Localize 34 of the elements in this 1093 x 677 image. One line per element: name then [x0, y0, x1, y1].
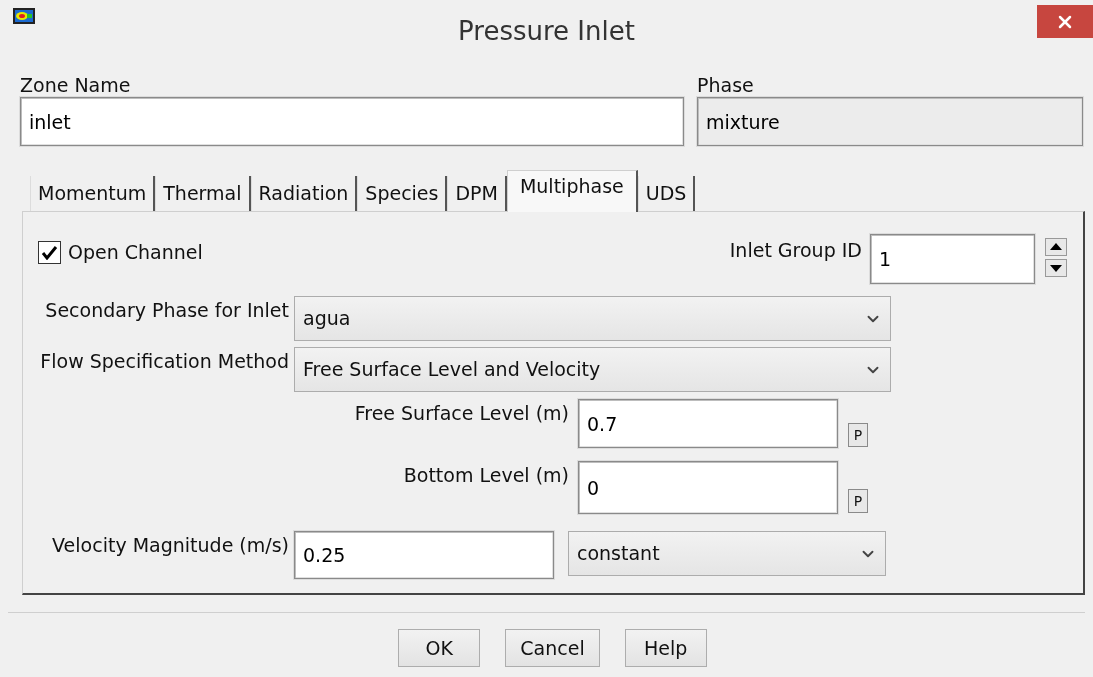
- velocity-magnitude-field[interactable]: 0.25: [294, 531, 554, 579]
- field-label: Inlet Group ID: [729, 238, 862, 263]
- field-label: Bottom Level (m): [402, 463, 569, 488]
- field-label: Phase: [697, 73, 755, 97]
- app-icon: [13, 8, 35, 24]
- field-label: Flow Specification Method: [39, 349, 289, 374]
- tab[interactable]: Radiation: [250, 176, 358, 211]
- zone-name-field[interactable]: inlet: [20, 97, 684, 146]
- dialog-button[interactable]: Help: [624, 629, 707, 667]
- dialog-button[interactable]: Cancel: [505, 629, 600, 667]
- tab[interactable]: Multiphase: [506, 170, 638, 212]
- dialog-button[interactable]: OK: [398, 629, 481, 667]
- field-label: Velocity Magnitude (m/s): [51, 533, 289, 558]
- parameter-button[interactable]: P: [848, 423, 868, 447]
- field-label: Free Surface Level (m): [353, 401, 569, 426]
- tab[interactable]: Momentum: [30, 176, 156, 211]
- tab[interactable]: Thermal: [155, 176, 251, 211]
- window-title: Pressure Inlet: [458, 15, 635, 48]
- close-button[interactable]: [1037, 5, 1093, 38]
- open-channel-checkbox[interactable]: Open Channel: [38, 238, 203, 267]
- dropdown[interactable]: agua: [294, 296, 891, 341]
- tab[interactable]: Species: [357, 176, 448, 211]
- tab[interactable]: DPM: [447, 176, 507, 211]
- spinner[interactable]: [1045, 238, 1067, 277]
- dropdown[interactable]: Free Surface Level and Velocity: [294, 347, 891, 392]
- dropdown[interactable]: constant: [568, 531, 886, 576]
- inlet-group-id-field[interactable]: 1: [870, 234, 1035, 284]
- parameter-button[interactable]: P: [848, 489, 868, 513]
- check-icon: [41, 244, 58, 260]
- field-label: Secondary Phase for Inlet: [44, 298, 289, 323]
- free-surface-level-field[interactable]: 0.7: [578, 399, 838, 448]
- bottom-level-field[interactable]: 0: [578, 461, 838, 514]
- field-label: Zone Name: [20, 73, 132, 97]
- tab[interactable]: UDS: [637, 176, 696, 211]
